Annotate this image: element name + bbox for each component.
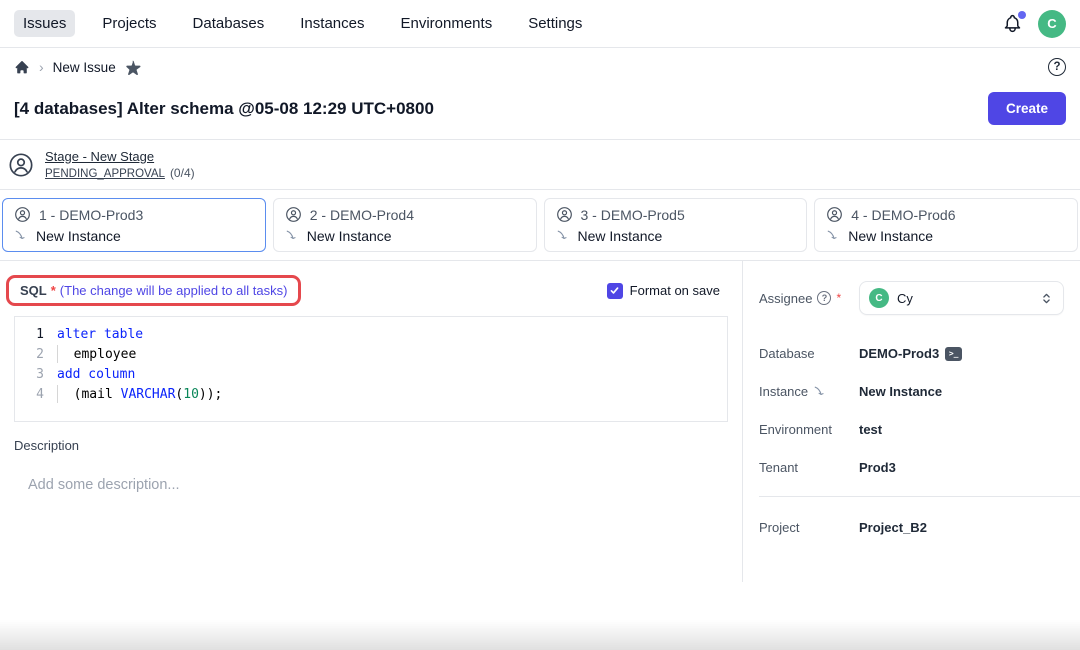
help-icon[interactable]: ?: [1048, 58, 1066, 76]
task-title: 4 - DEMO-Prod6: [851, 207, 955, 223]
task-tab-2[interactable]: 2 - DEMO-Prod4 New Instance: [273, 198, 537, 252]
description-label: Description: [14, 438, 728, 453]
select-chevrons-icon: [1039, 291, 1054, 306]
format-on-save-toggle[interactable]: Format on save: [607, 283, 720, 299]
db-engine-icon: [556, 229, 570, 243]
home-icon[interactable]: [14, 59, 30, 75]
format-on-save-label[interactable]: Format on save: [630, 283, 720, 298]
db-engine-icon: [826, 229, 840, 243]
database-value: DEMO-Prod3 >_: [859, 346, 962, 361]
sql-editor[interactable]: 1 alter table 2 employee 3 add column 4 …: [14, 316, 728, 422]
task-subtitle: New Instance: [578, 228, 663, 244]
nav-item-instances[interactable]: Instances: [291, 10, 373, 37]
breadcrumb: › New Issue ?: [0, 48, 1080, 86]
nav-item-environments[interactable]: Environments: [391, 10, 501, 37]
task-tabs: 1 - DEMO-Prod3 New Instance 2 - DEMO-Pro…: [0, 190, 1080, 261]
task-title: 2 - DEMO-Prod4: [310, 207, 414, 223]
format-on-save-checkbox[interactable]: [607, 283, 623, 299]
database-label: Database: [759, 346, 859, 361]
tenant-label: Tenant: [759, 460, 859, 475]
task-subtitle: New Instance: [36, 228, 121, 244]
notification-bell-icon[interactable]: [1000, 12, 1024, 36]
page-title: [4 databases] Alter schema @05-08 12:29 …: [14, 99, 434, 119]
task-tab-1[interactable]: 1 - DEMO-Prod3 New Instance: [2, 198, 266, 252]
task-person-icon: [556, 206, 573, 223]
required-mark: *: [51, 283, 56, 298]
stage-person-icon: [8, 152, 34, 178]
assignee-label: Assignee ? *: [759, 291, 859, 306]
db-engine-icon: [14, 229, 28, 243]
project-value: Project_B2: [859, 520, 927, 535]
sql-note: (The change will be applied to all tasks…: [60, 283, 288, 298]
issue-side-panel: Assignee ? * C Cy Database DEMO-Prod3 >_: [742, 261, 1080, 582]
description-input[interactable]: Add some description...: [28, 477, 728, 493]
task-title: 1 - DEMO-Prod3: [39, 207, 143, 223]
sql-label-annotation-box: SQL * (The change will be applied to all …: [6, 275, 301, 306]
stage-name-link[interactable]: Stage - New Stage: [45, 149, 195, 164]
breadcrumb-current[interactable]: New Issue: [53, 60, 116, 75]
stage-status-link[interactable]: PENDING_APPROVAL: [45, 168, 165, 180]
assignee-help-icon[interactable]: ?: [817, 291, 831, 305]
task-subtitle: New Instance: [848, 228, 933, 244]
instance-label: Instance: [759, 384, 859, 399]
panel-divider: [759, 496, 1080, 497]
assignee-avatar: C: [869, 288, 889, 308]
create-button[interactable]: Create: [988, 92, 1066, 125]
open-sql-editor-icon[interactable]: >_: [945, 347, 962, 361]
stage-progress: (0/4): [170, 166, 195, 180]
code-line: 3 add column: [15, 365, 727, 385]
db-engine-icon: [813, 385, 827, 399]
task-tab-3[interactable]: 3 - DEMO-Prod5 New Instance: [544, 198, 808, 252]
task-person-icon: [14, 206, 31, 223]
task-person-icon: [826, 206, 843, 223]
assignee-value: Cy: [897, 291, 1031, 306]
db-engine-icon: [285, 229, 299, 243]
instance-value: New Instance: [859, 384, 942, 399]
task-person-icon: [285, 206, 302, 223]
chevron-right-icon: ›: [39, 59, 44, 75]
title-row: [4 databases] Alter schema @05-08 12:29 …: [0, 86, 1080, 140]
code-line: 1 alter table: [15, 325, 727, 345]
project-label: Project: [759, 520, 859, 535]
sql-label: SQL: [20, 283, 47, 298]
nav-item-issues[interactable]: Issues: [14, 10, 75, 37]
task-title: 3 - DEMO-Prod5: [581, 207, 685, 223]
task-subtitle: New Instance: [307, 228, 392, 244]
nav-items: Issues Projects Databases Instances Envi…: [14, 10, 591, 37]
favorite-star-icon[interactable]: [125, 59, 141, 75]
assignee-select[interactable]: C Cy: [859, 281, 1064, 315]
notification-dot: [1018, 11, 1026, 19]
nav-item-projects[interactable]: Projects: [93, 10, 165, 37]
user-avatar[interactable]: C: [1038, 10, 1066, 38]
bottom-shadow: [0, 620, 1080, 650]
task-tab-4[interactable]: 4 - DEMO-Prod6 New Instance: [814, 198, 1078, 252]
stage-row: Stage - New Stage PENDING_APPROVAL (0/4): [0, 140, 1080, 190]
environment-value: test: [859, 422, 882, 437]
nav-item-settings[interactable]: Settings: [519, 10, 591, 37]
tenant-value: Prod3: [859, 460, 896, 475]
code-line: 2 employee: [15, 345, 727, 365]
nav-item-databases[interactable]: Databases: [184, 10, 274, 37]
top-navigation: Issues Projects Databases Instances Envi…: [0, 0, 1080, 48]
assignee-required-mark: *: [836, 291, 841, 305]
environment-label: Environment: [759, 422, 859, 437]
code-line: 4 (mail VARCHAR(10));: [15, 385, 727, 405]
